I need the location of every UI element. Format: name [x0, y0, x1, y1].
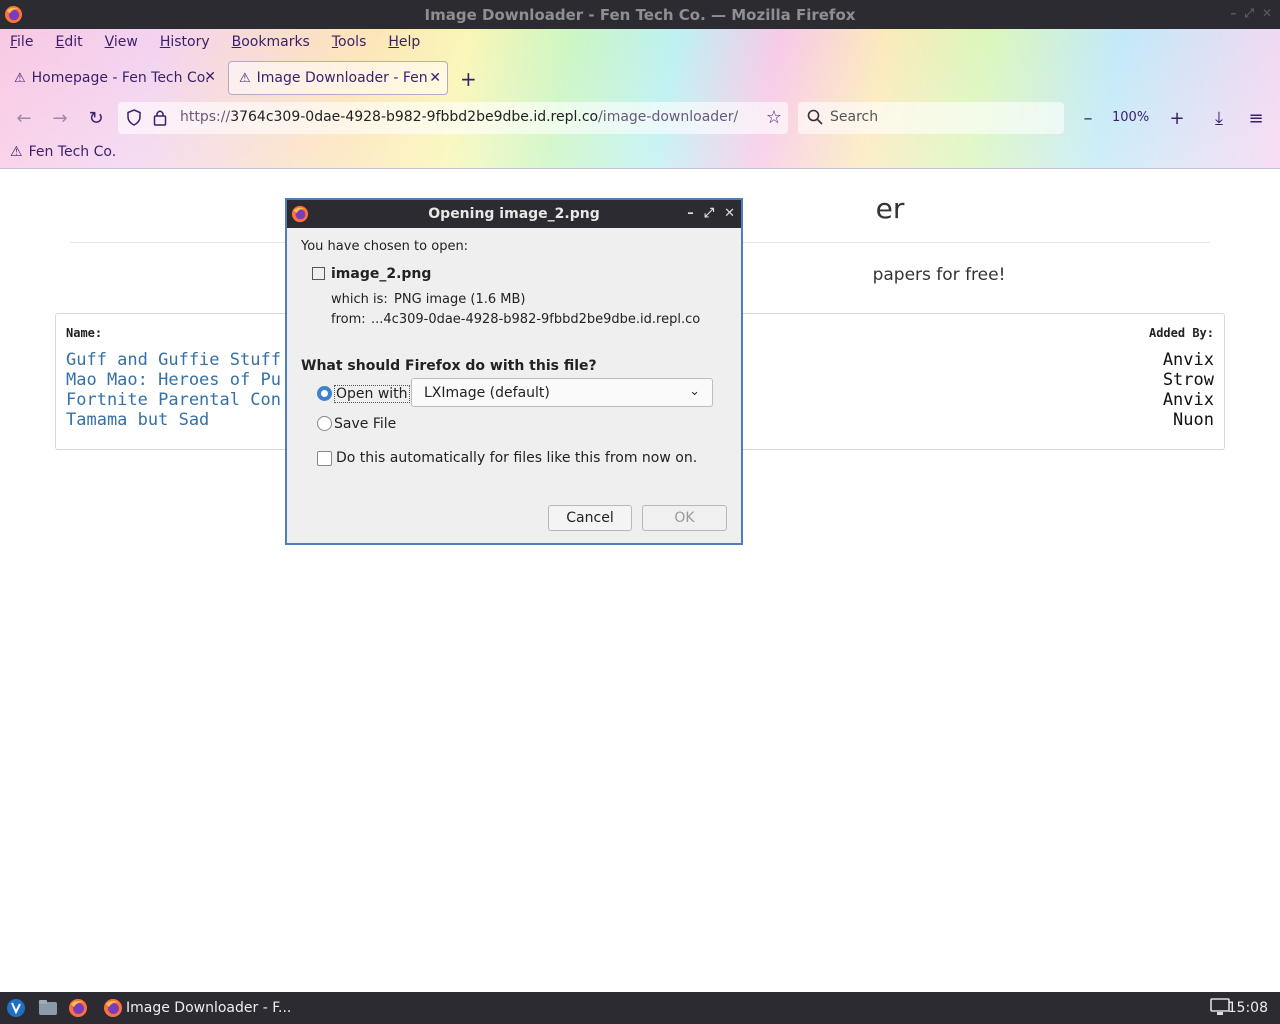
search-placeholder: Search	[830, 109, 879, 125]
file-manager-icon[interactable]	[38, 998, 58, 1022]
search-icon	[807, 109, 823, 129]
close-icon[interactable]: ✕	[724, 200, 735, 228]
auto-action-label[interactable]: Do this automatically for files like thi…	[336, 450, 697, 466]
menu-tools[interactable]: Tools	[332, 34, 367, 50]
application-select-value: LXImage (default)	[424, 385, 550, 401]
zoom-level[interactable]: 100%	[1112, 110, 1149, 125]
new-tab-icon[interactable]: +	[460, 67, 477, 91]
search-input[interactable]: Search	[798, 102, 1064, 134]
save-file-label[interactable]: Save File	[334, 416, 396, 432]
window-title: Image Downloader - Fen Tech Co. — Mozill…	[424, 5, 856, 24]
forward-arrow-icon[interactable]: →	[48, 107, 72, 131]
table-row-added-by: Strow	[1162, 370, 1214, 390]
close-icon[interactable]: ✕	[1262, 6, 1272, 21]
firefox-icon	[103, 998, 123, 1022]
firefox-icon	[291, 205, 309, 233]
menu-help[interactable]: Help	[388, 34, 420, 50]
url-text: https://3764c309-0dae-4928-b982-9fbbd2be…	[180, 109, 738, 125]
menu-file[interactable]: File	[10, 34, 33, 50]
ok-button[interactable]: OK	[642, 505, 727, 531]
dialog-titlebar: Opening image_2.png – ⤢ ✕	[287, 200, 741, 228]
cancel-button[interactable]: Cancel	[548, 505, 632, 531]
firefox-icon[interactable]	[68, 998, 88, 1022]
shield-icon[interactable]	[126, 109, 142, 130]
which-is-value: PNG image (1.6 MB)	[394, 292, 526, 307]
url-scheme: https://	[180, 109, 231, 125]
page-subtitle-text: papers for free!	[872, 265, 1006, 285]
minimize-icon[interactable]: –	[687, 200, 694, 228]
window-titlebar: Image Downloader - Fen Tech Co. — Mozill…	[0, 0, 1280, 29]
table-row-name[interactable]: Guff and Guffie Stuff	[66, 350, 281, 370]
dialog-filename: image_2.png	[331, 266, 432, 282]
maximize-icon[interactable]: ⤢	[704, 200, 714, 228]
application-select[interactable]: LXImage (default) ⌄	[411, 378, 713, 407]
from-value: ...4c309-0dae-4928-b982-9fbbd2be9dbe.id.…	[371, 312, 701, 327]
close-icon[interactable]: ✕	[204, 69, 216, 85]
table-row-added-by: Nuon	[1173, 410, 1214, 430]
from-label: from:	[331, 312, 366, 327]
open-with-radio[interactable]	[317, 386, 332, 401]
dialog-question: What should Firefox do with this file?	[301, 358, 597, 374]
table-row-name[interactable]: Mao Mao: Heroes of Pu	[66, 370, 281, 390]
menu-view[interactable]: View	[105, 34, 138, 50]
lock-icon[interactable]	[153, 109, 167, 130]
zoom-in-icon[interactable]: +	[1165, 107, 1189, 131]
navigation-bar: ← → ↻ https://3764c309-0dae-4928-b982-9f…	[0, 99, 1280, 139]
table-row-added-by: Anvix	[1162, 350, 1214, 370]
start-menu-icon[interactable]	[6, 998, 26, 1022]
taskbar: Image Downloader - F... 15:08	[0, 992, 1280, 1024]
warning-icon: ⚠	[239, 70, 251, 86]
auto-action-checkbox[interactable]	[317, 451, 332, 466]
tab-label: Homepage - Fen Tech Co.	[31, 70, 210, 86]
hamburger-menu-icon[interactable]: ≡	[1244, 107, 1268, 131]
table-row-added-by: Anvix	[1162, 390, 1214, 410]
save-file-radio[interactable]	[317, 416, 332, 431]
chevron-down-icon: ⌄	[689, 384, 700, 399]
column-header-added-by: Added By:	[1148, 326, 1214, 340]
image-file-icon	[312, 267, 325, 280]
zoom-out-icon[interactable]: –	[1076, 107, 1100, 131]
dialog-intro: You have chosen to open:	[301, 239, 469, 254]
firefox-icon	[4, 5, 23, 28]
table-row-name[interactable]: Fortnite Parental Con	[66, 390, 281, 410]
close-icon[interactable]: ✕	[429, 70, 441, 86]
tab-label: Image Downloader - Fen	[256, 70, 428, 86]
warning-icon: ⚠	[14, 70, 26, 86]
url-bar[interactable]: https://3764c309-0dae-4928-b982-9fbbd2be…	[118, 102, 788, 134]
which-is-label: which is:	[331, 292, 388, 307]
browser-chrome: File Edit View History Bookmarks Tools H…	[0, 29, 1280, 169]
open-file-dialog: Opening image_2.png – ⤢ ✕ You have chose…	[285, 198, 743, 545]
column-header-name: Name:	[66, 326, 103, 340]
menu-bookmarks[interactable]: Bookmarks	[232, 34, 310, 50]
reload-icon[interactable]: ↻	[84, 107, 108, 131]
download-icon[interactable]: ⤓	[1207, 107, 1231, 131]
maximize-icon[interactable]: ⤢	[1244, 6, 1254, 21]
back-arrow-icon[interactable]: ←	[12, 107, 36, 131]
warning-icon: ⚠	[10, 144, 23, 160]
dialog-title: Opening image_2.png	[428, 206, 600, 222]
star-icon[interactable]: ☆	[766, 107, 782, 128]
menu-history[interactable]: History	[160, 34, 210, 50]
table-row-name[interactable]: Tamama but Sad	[66, 410, 209, 430]
tab-strip: ⚠ Homepage - Fen Tech Co. ✕ ⚠ Image Down…	[0, 57, 1280, 97]
taskbar-window-button[interactable]: Image Downloader - F...	[126, 1000, 291, 1016]
clock: 15:08	[1227, 1000, 1268, 1016]
page-title-text: er	[875, 192, 905, 225]
url-domain: 3764c309-0dae-4928-b982-9fbbd2be9dbe.id.…	[230, 109, 599, 125]
url-path: /image-downloader/	[598, 109, 739, 125]
minimize-icon[interactable]: –	[1230, 6, 1236, 21]
open-with-label[interactable]: Open with	[334, 385, 410, 403]
tab-homepage[interactable]: ⚠ Homepage - Fen Tech Co. ✕	[4, 61, 222, 95]
bookmarks-toolbar: ⚠ Fen Tech Co.	[10, 144, 116, 160]
bookmark-fen-tech[interactable]: Fen Tech Co.	[29, 144, 117, 160]
tab-image-downloader[interactable]: ⚠ Image Downloader - Fen ✕	[228, 61, 448, 95]
menu-edit[interactable]: Edit	[55, 34, 82, 50]
menu-bar: File Edit View History Bookmarks Tools H…	[0, 29, 442, 54]
